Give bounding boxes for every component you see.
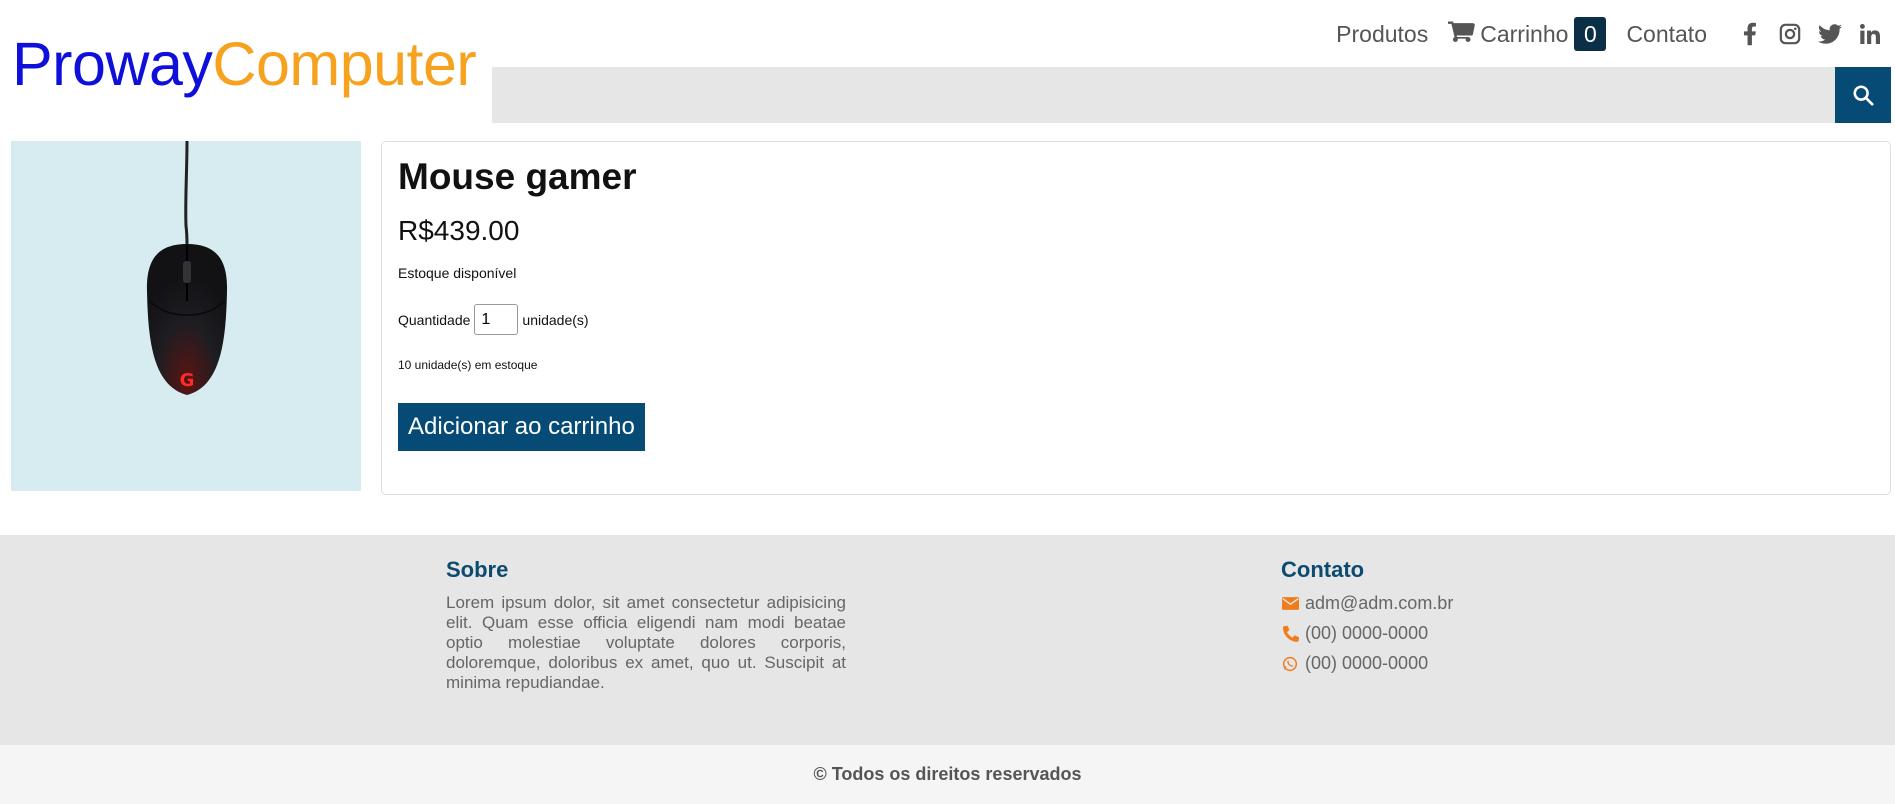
header: ProwayComputer Produtos Carrinho 0 Conta… bbox=[0, 0, 1895, 128]
search-input[interactable] bbox=[492, 67, 1839, 123]
quantity-row: Quantidade unidade(s) bbox=[398, 304, 1874, 335]
about-title: Sobre bbox=[446, 557, 509, 582]
logo[interactable]: ProwayComputer bbox=[12, 28, 477, 100]
product-price: R$439.00 bbox=[398, 215, 520, 246]
instagram-icon[interactable] bbox=[1777, 21, 1803, 47]
facebook-icon[interactable] bbox=[1737, 21, 1763, 47]
product-card: Mouse gamer R$439.00 Estoque disponível … bbox=[381, 141, 1891, 495]
whatsapp-text: (00) 0000-0000 bbox=[1305, 653, 1429, 673]
add-to-cart-button[interactable]: Adicionar ao carrinho bbox=[398, 403, 645, 451]
footer: Sobre Lorem ipsum dolor, sit amet consec… bbox=[0, 535, 1895, 745]
nav-produtos[interactable]: Produtos bbox=[1336, 21, 1428, 48]
svg-text:G: G bbox=[180, 370, 195, 391]
about-text: Lorem ipsum dolor, sit amet consectetur … bbox=[446, 593, 846, 692]
nav-carrinho-label: Carrinho bbox=[1480, 20, 1569, 47]
top-nav: Produtos Carrinho 0 Contato bbox=[1316, 16, 1883, 52]
mouse-image: G bbox=[146, 141, 228, 395]
cart-count-badge: 0 bbox=[1574, 17, 1607, 51]
copyright-text: © Todos os direitos reservados bbox=[813, 764, 1082, 784]
footer-about: Sobre Lorem ipsum dolor, sit amet consec… bbox=[446, 557, 846, 693]
quantity-label: Quantidade bbox=[398, 311, 471, 328]
quantity-unit: unidade(s) bbox=[522, 311, 589, 328]
contact-title: Contato bbox=[1281, 557, 1365, 582]
whatsapp-icon bbox=[1281, 655, 1299, 673]
product-image: G bbox=[11, 141, 361, 491]
quantity-input[interactable] bbox=[474, 304, 519, 335]
linkedin-icon[interactable] bbox=[1857, 21, 1883, 47]
social-links bbox=[1723, 21, 1883, 47]
contact-email[interactable]: adm@adm.com.br bbox=[1281, 593, 1453, 614]
cart-icon bbox=[1448, 21, 1476, 42]
contact-phone[interactable]: (00) 0000-0000 bbox=[1281, 623, 1453, 644]
availability-text: Estoque disponível bbox=[398, 265, 517, 281]
stock-text: 10 unidade(s) em estoque bbox=[398, 358, 538, 372]
logo-part-1: Proway bbox=[12, 30, 213, 98]
contact-whatsapp[interactable]: (00) 0000-0000 bbox=[1281, 653, 1453, 674]
envelope-icon bbox=[1281, 595, 1299, 613]
phone-text: (00) 0000-0000 bbox=[1305, 623, 1429, 643]
email-text: adm@adm.com.br bbox=[1305, 593, 1454, 613]
search-icon bbox=[1853, 85, 1874, 106]
footer-contact: Contato adm@adm.com.br (00) 0000-0000 (0… bbox=[1281, 557, 1453, 683]
nav-carrinho[interactable]: Carrinho 0 bbox=[1448, 17, 1607, 51]
logo-part-2: Computer bbox=[212, 30, 477, 98]
search-button[interactable] bbox=[1835, 67, 1891, 123]
nav-contato[interactable]: Contato bbox=[1626, 21, 1707, 48]
product-title: Mouse gamer bbox=[398, 156, 637, 197]
twitter-icon[interactable] bbox=[1817, 21, 1843, 47]
copyright-bar: © Todos os direitos reservados bbox=[0, 745, 1895, 804]
phone-icon bbox=[1281, 625, 1299, 643]
